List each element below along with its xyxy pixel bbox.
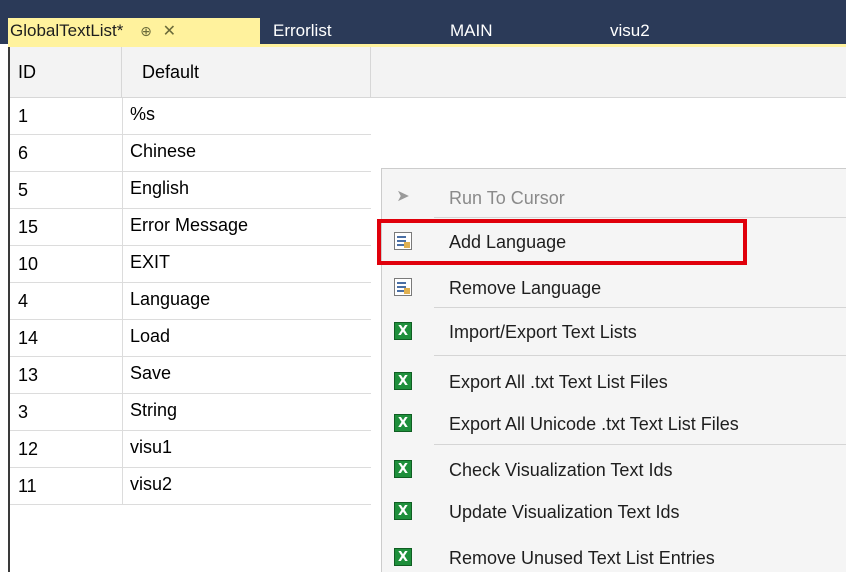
cell-id[interactable]: 5 xyxy=(18,172,118,209)
cell-id[interactable]: 11 xyxy=(18,468,118,505)
table-row[interactable]: 15 Error Message xyxy=(10,209,371,246)
menu-item-label: Update Visualization Text Ids xyxy=(449,502,680,522)
grid-rows: 1 %s 6 Chinese 5 English 15 Error Message 10 EXIT… xyxy=(10,98,371,505)
grid-header: ID Default xyxy=(10,47,846,98)
tab-visu2[interactable]: visu2 xyxy=(600,18,660,44)
cell-default[interactable]: String xyxy=(122,394,371,430)
cell-default[interactable]: %s xyxy=(122,98,371,134)
excel-icon xyxy=(394,448,412,492)
menu-item-run-to-cursor: ➤ Run To Cursor xyxy=(382,176,846,220)
excel-icon xyxy=(394,360,412,404)
menu-item-label: Export All .txt Text List Files xyxy=(449,372,668,392)
tab-label: visu2 xyxy=(610,21,650,40)
cell-default[interactable]: visu2 xyxy=(122,468,371,504)
cell-id[interactable]: 14 xyxy=(18,320,118,357)
menu-separator xyxy=(434,355,846,356)
cell-default[interactable]: Error Message xyxy=(122,209,371,245)
menu-item-export-all-unicode-txt-text-list-files[interactable]: Export All Unicode .txt Text List Files xyxy=(382,402,846,446)
cell-id[interactable]: 6 xyxy=(18,135,118,172)
table-row[interactable]: 1 %s xyxy=(10,98,371,135)
menu-item-import-export-text-lists[interactable]: Import/Export Text Lists xyxy=(382,310,846,354)
tab-errorlist[interactable]: Errorlist xyxy=(263,18,342,44)
table-row[interactable]: 10 EXIT xyxy=(10,246,371,283)
menu-item-label: Check Visualization Text Ids xyxy=(449,460,673,480)
table-row[interactable]: 12 visu1 xyxy=(10,431,371,468)
close-icon[interactable]: ✕ xyxy=(163,23,176,40)
tab-label: GlobalTextList* xyxy=(10,21,124,40)
excel-icon xyxy=(394,490,412,534)
menu-item-export-all-txt-text-list-files[interactable]: Export All .txt Text List Files xyxy=(382,360,846,404)
tab-main[interactable]: MAIN xyxy=(440,18,503,44)
menu-item-label: Remove Language xyxy=(449,278,602,298)
table-row[interactable]: 3 String xyxy=(10,394,371,431)
tab-label: Errorlist xyxy=(273,21,332,40)
excel-icon xyxy=(394,402,412,446)
table-row[interactable]: 14 Load xyxy=(10,320,371,357)
cell-id[interactable]: 4 xyxy=(18,283,118,320)
cursor-icon: ➤ xyxy=(396,188,410,205)
tab-globaltextlist[interactable]: GlobalTextList* ⊕ ✕ xyxy=(8,18,260,44)
cell-default[interactable]: visu1 xyxy=(122,431,371,467)
cell-id[interactable]: 3 xyxy=(18,394,118,431)
excel-icon xyxy=(394,536,412,580)
tab-label: MAIN xyxy=(450,21,493,40)
menu-item-update-visualization-text-ids[interactable]: Update Visualization Text Ids xyxy=(382,490,846,534)
table-row[interactable]: 4 Language xyxy=(10,283,371,320)
cell-id[interactable]: 13 xyxy=(18,357,118,394)
menu-item-label: Export All Unicode .txt Text List Files xyxy=(449,414,739,434)
table-row[interactable]: 5 English xyxy=(10,172,371,209)
cell-default[interactable]: Language xyxy=(122,283,371,319)
cell-id[interactable]: 12 xyxy=(18,431,118,468)
cell-id[interactable]: 10 xyxy=(18,246,118,283)
remove-language-icon xyxy=(394,278,412,296)
column-header-default[interactable]: Default xyxy=(122,47,371,97)
menu-item-label: Remove Unused Text List Entries xyxy=(449,548,715,568)
excel-icon xyxy=(394,310,412,354)
cell-id[interactable]: 15 xyxy=(18,209,118,246)
cell-id[interactable]: 1 xyxy=(18,98,118,135)
menu-item-label: Import/Export Text Lists xyxy=(449,322,637,342)
pin-icon[interactable]: ⊕ xyxy=(140,23,152,39)
table-row[interactable]: 11 visu2 xyxy=(10,468,371,505)
menu-item-label: Run To Cursor xyxy=(449,188,565,208)
menu-item-remove-language[interactable]: Remove Language xyxy=(382,266,846,310)
cell-default[interactable]: Chinese xyxy=(122,135,371,171)
cell-default[interactable]: English xyxy=(122,172,371,208)
table-row[interactable]: 6 Chinese xyxy=(10,135,371,172)
table-row[interactable]: 13 Save xyxy=(10,357,371,394)
menu-item-check-visualization-text-ids[interactable]: Check Visualization Text Ids xyxy=(382,448,846,492)
highlight-box xyxy=(377,219,747,265)
menu-item-remove-unused-text-list-entries[interactable]: Remove Unused Text List Entries xyxy=(382,536,846,580)
column-header-id[interactable]: ID xyxy=(10,47,122,97)
document-tab-strip: GlobalTextList* ⊕ ✕ Errorlist MAIN visu2 xyxy=(0,0,846,44)
cell-default[interactable]: Load xyxy=(122,320,371,356)
cell-default[interactable]: EXIT xyxy=(122,246,371,282)
cell-default[interactable]: Save xyxy=(122,357,371,393)
